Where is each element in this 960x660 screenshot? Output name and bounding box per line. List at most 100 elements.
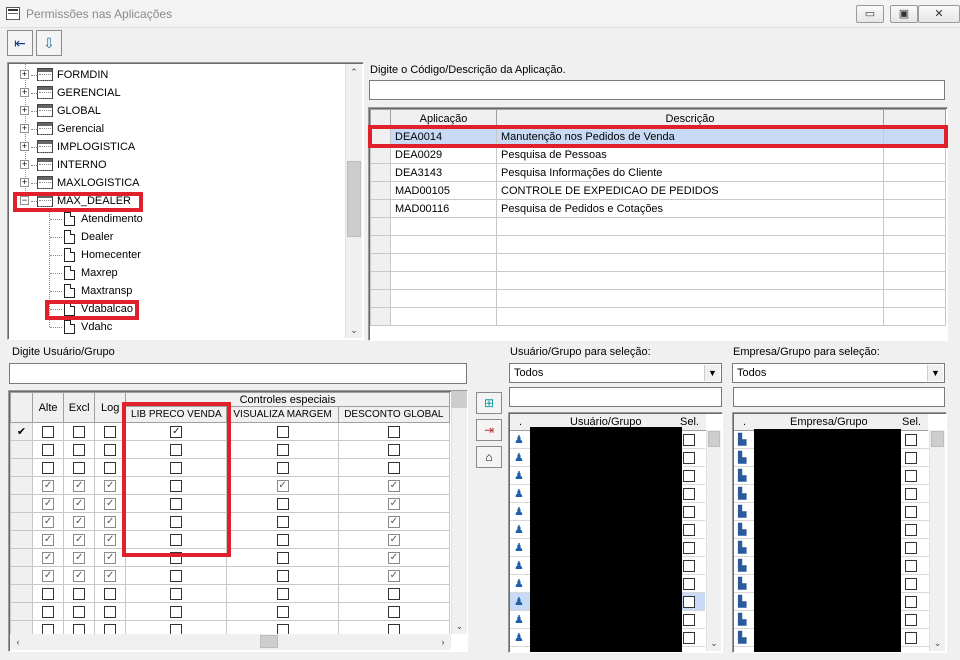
permission-checkbox[interactable] bbox=[170, 569, 183, 582]
table-row[interactable]: ✓ ✓ ✓ ✓ bbox=[9, 566, 451, 585]
table-row[interactable]: ✓ ✓ ✓ ✓ bbox=[9, 494, 451, 513]
save-button[interactable]: ⇩ bbox=[36, 30, 62, 56]
select-checkbox[interactable] bbox=[683, 452, 695, 464]
table-row[interactable]: DEA0029 Pesquisa de Pessoas bbox=[370, 145, 946, 164]
close-button[interactable]: ✕ bbox=[918, 5, 960, 23]
add-user-button[interactable]: ⊞ bbox=[476, 392, 502, 414]
expand-icon[interactable]: + bbox=[20, 142, 29, 151]
permission-checkbox[interactable]: ✓ bbox=[387, 515, 400, 528]
table-row[interactable] bbox=[9, 602, 451, 621]
permission-checkbox[interactable]: ✓ bbox=[73, 533, 86, 546]
table-row[interactable] bbox=[9, 440, 451, 459]
permission-checkbox[interactable]: ✓ bbox=[42, 515, 55, 528]
table-row[interactable] bbox=[370, 271, 946, 290]
scroll-left-icon[interactable]: ‹ bbox=[10, 634, 26, 650]
scroll-thumb[interactable] bbox=[347, 161, 361, 237]
col-sel-company[interactable]: Sel. bbox=[902, 416, 921, 428]
permission-checkbox[interactable] bbox=[276, 587, 289, 600]
select-checkbox[interactable] bbox=[683, 488, 695, 500]
perm-scroll-thumb[interactable] bbox=[451, 391, 467, 408]
select-checkbox[interactable] bbox=[683, 560, 695, 572]
permission-checkbox[interactable] bbox=[387, 587, 400, 600]
table-row[interactable]: MAD00116 Pesquisa de Pedidos e Cotações bbox=[370, 199, 946, 218]
permission-checkbox[interactable] bbox=[104, 443, 117, 456]
permission-checkbox[interactable] bbox=[276, 443, 289, 456]
select-checkbox[interactable] bbox=[683, 596, 695, 608]
expand-icon[interactable]: + bbox=[20, 124, 29, 133]
permission-checkbox[interactable]: ✓ bbox=[387, 569, 400, 582]
permission-checkbox[interactable] bbox=[170, 587, 183, 600]
permission-checkbox[interactable] bbox=[276, 551, 289, 564]
scroll-thumb[interactable] bbox=[708, 431, 720, 447]
select-checkbox[interactable] bbox=[905, 578, 917, 590]
permission-checkbox[interactable] bbox=[42, 443, 55, 456]
permission-checkbox[interactable]: ✓ bbox=[170, 425, 183, 438]
permission-checkbox[interactable] bbox=[276, 497, 289, 510]
select-checkbox[interactable] bbox=[683, 614, 695, 626]
company-filter-input[interactable] bbox=[733, 387, 945, 407]
permission-checkbox[interactable] bbox=[170, 479, 183, 492]
col-excl[interactable]: Excl bbox=[63, 392, 96, 423]
permission-checkbox[interactable] bbox=[387, 461, 400, 474]
col-empresa-grupo[interactable]: Empresa/Grupo bbox=[790, 416, 868, 428]
permission-checkbox[interactable] bbox=[73, 587, 86, 600]
table-row[interactable] bbox=[370, 217, 946, 236]
expand-icon[interactable]: + bbox=[20, 88, 29, 97]
expand-icon[interactable]: + bbox=[20, 178, 29, 187]
permission-checkbox[interactable]: ✓ bbox=[104, 497, 117, 510]
col-descricao[interactable]: Descrição bbox=[496, 109, 884, 128]
select-checkbox[interactable] bbox=[683, 434, 695, 446]
table-row[interactable] bbox=[370, 235, 946, 254]
table-row[interactable]: DEA3143 Pesquisa Informações do Cliente bbox=[370, 163, 946, 182]
user-list-scrollbar[interactable]: ⌄ bbox=[706, 430, 721, 651]
perm-vscroll[interactable]: ⌄ bbox=[451, 408, 467, 634]
permission-checkbox[interactable]: ✓ bbox=[104, 551, 117, 564]
permission-checkbox[interactable] bbox=[104, 587, 117, 600]
select-checkbox[interactable] bbox=[905, 632, 917, 644]
exit-button[interactable]: ⇤ bbox=[7, 30, 33, 56]
permission-checkbox[interactable]: ✓ bbox=[104, 569, 117, 582]
scroll-down-icon[interactable]: ⌄ bbox=[346, 322, 362, 338]
select-checkbox[interactable] bbox=[905, 452, 917, 464]
permission-checkbox[interactable] bbox=[170, 533, 183, 546]
table-row[interactable]: ✔ ✓ bbox=[9, 422, 451, 441]
permission-checkbox[interactable]: ✓ bbox=[276, 479, 289, 492]
table-row[interactable] bbox=[9, 584, 451, 603]
col-aplicacao[interactable]: Aplicação bbox=[390, 109, 497, 128]
select-checkbox[interactable] bbox=[905, 560, 917, 572]
permission-checkbox[interactable]: ✓ bbox=[387, 497, 400, 510]
expand-icon[interactable]: + bbox=[20, 106, 29, 115]
scroll-down-icon[interactable]: ⌄ bbox=[452, 618, 467, 634]
permission-checkbox[interactable]: ✓ bbox=[104, 479, 117, 492]
permission-checkbox[interactable] bbox=[387, 605, 400, 618]
permission-checkbox[interactable]: ✓ bbox=[42, 533, 55, 546]
company-select-combo[interactable]: Todos ▼ bbox=[732, 363, 945, 383]
restore-button[interactable]: ▣ bbox=[890, 5, 918, 23]
hscroll-thumb[interactable] bbox=[260, 635, 278, 648]
table-row[interactable]: DEA0014 Manutenção nos Pedidos de Venda bbox=[370, 127, 946, 146]
tree-scrollbar[interactable]: ⌃ ⌄ bbox=[345, 64, 362, 338]
select-checkbox[interactable] bbox=[683, 506, 695, 518]
permission-checkbox[interactable]: ✓ bbox=[42, 479, 55, 492]
select-checkbox[interactable] bbox=[683, 632, 695, 644]
permission-checkbox[interactable] bbox=[387, 425, 400, 438]
permission-checkbox[interactable]: ✓ bbox=[387, 479, 400, 492]
permission-checkbox[interactable]: ✓ bbox=[73, 497, 86, 510]
table-row[interactable]: ✓ ✓ ✓ ✓ bbox=[9, 530, 451, 549]
table-row[interactable]: ✓ ✓ ✓ ✓ ✓ bbox=[9, 476, 451, 495]
select-checkbox[interactable] bbox=[905, 524, 917, 536]
permission-checkbox[interactable]: ✓ bbox=[42, 569, 55, 582]
user-search-input[interactable] bbox=[9, 363, 467, 384]
chevron-down-icon[interactable]: ▼ bbox=[704, 365, 720, 381]
permission-checkbox[interactable] bbox=[170, 443, 183, 456]
permission-checkbox[interactable] bbox=[42, 461, 55, 474]
select-checkbox[interactable] bbox=[905, 470, 917, 482]
permission-checkbox[interactable] bbox=[170, 515, 183, 528]
permission-checkbox[interactable] bbox=[73, 443, 86, 456]
scroll-right-icon[interactable]: › bbox=[435, 634, 451, 650]
remove-user-button[interactable]: ⇥ bbox=[476, 419, 502, 441]
permission-checkbox[interactable] bbox=[170, 551, 183, 564]
permission-checkbox[interactable] bbox=[73, 425, 86, 438]
expand-icon[interactable]: + bbox=[20, 160, 29, 169]
select-checkbox[interactable] bbox=[905, 488, 917, 500]
